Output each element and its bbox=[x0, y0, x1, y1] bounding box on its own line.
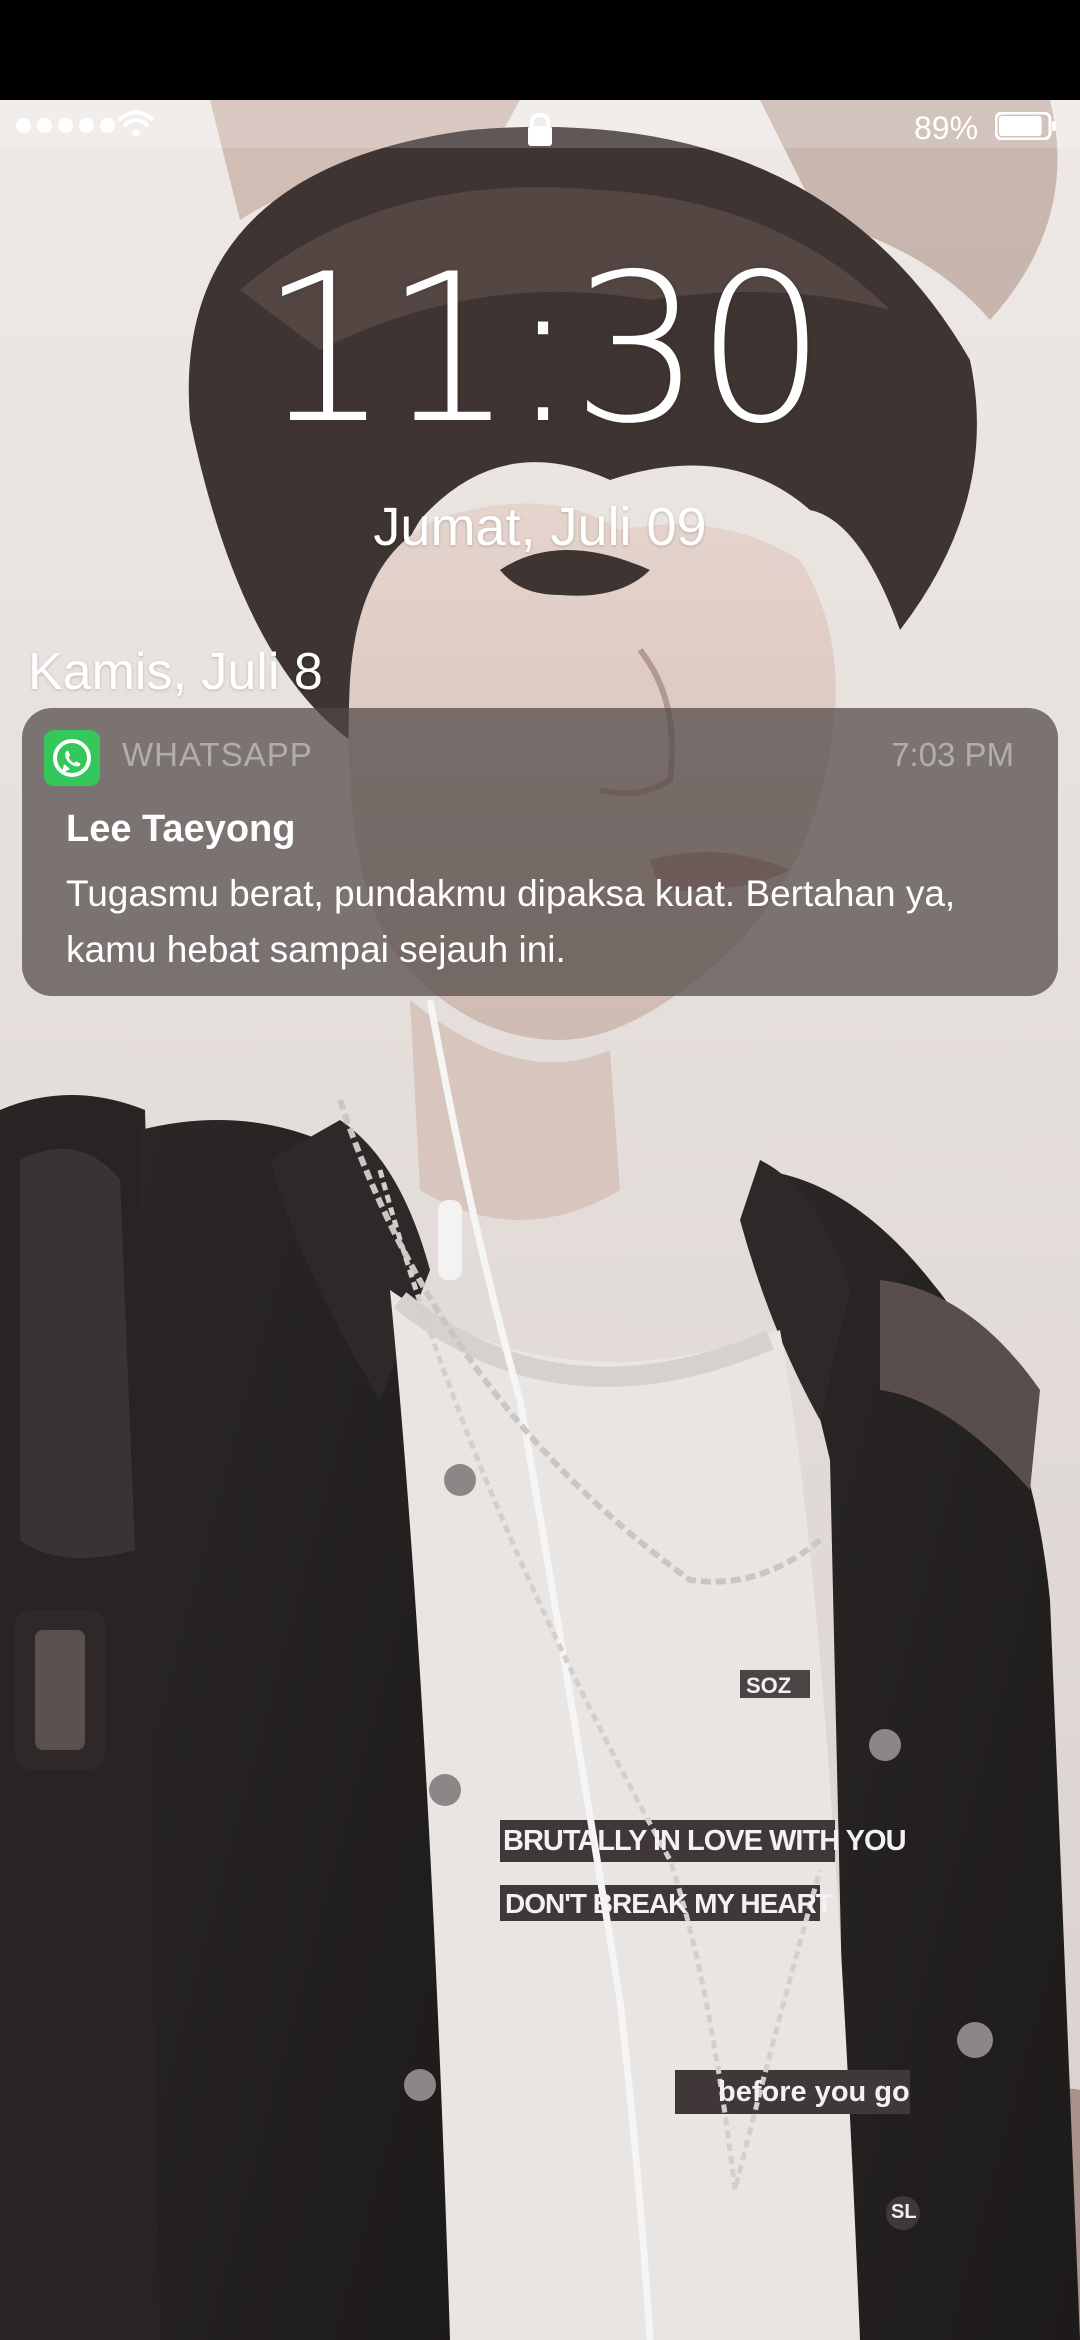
cellular-signal-icon bbox=[16, 118, 115, 133]
signal-dot bbox=[79, 118, 94, 133]
notification-time: 7:03 PM bbox=[891, 736, 1014, 773]
shirt-print-line-1: BRUTALLY IN LOVE WITH YOU bbox=[503, 1825, 907, 1857]
shirt-print-line-2: DON'T BREAK MY HEART bbox=[505, 1888, 833, 1919]
shirt-print-line-3: before you go bbox=[718, 2076, 910, 2108]
signal-dot bbox=[16, 118, 31, 133]
signal-dot bbox=[100, 118, 115, 133]
whatsapp-notification-card[interactable]: WHATSAPP 7:03 PM Lee Taeyong Tugasmu ber… bbox=[22, 708, 1058, 996]
notification-app-name: WHATSAPP bbox=[122, 736, 313, 773]
wifi-icon bbox=[118, 110, 154, 138]
notification-section-date: Kamis, Juli 8 bbox=[28, 643, 323, 701]
battery-percentage: 89% bbox=[914, 110, 979, 146]
whatsapp-logo-icon bbox=[53, 739, 91, 777]
top-black-bar bbox=[0, 0, 1080, 100]
signal-dot bbox=[58, 118, 73, 133]
signal-dot bbox=[37, 118, 52, 133]
lock-screen-time: 11:30 bbox=[259, 231, 827, 469]
notification-message: Tugasmu berat, pundakmu dipaksa kuat. Be… bbox=[66, 873, 956, 970]
lock-screen-date: Jumat, Juli 09 bbox=[373, 497, 707, 557]
whatsapp-icon bbox=[44, 730, 100, 786]
lock-icon bbox=[528, 112, 552, 146]
shirt-print-soz: SOZ bbox=[746, 1673, 792, 1698]
shirt-print-sl: SL bbox=[891, 2201, 917, 2223]
battery-icon bbox=[995, 112, 1056, 140]
notification-sender: Lee Taeyong bbox=[66, 808, 296, 850]
